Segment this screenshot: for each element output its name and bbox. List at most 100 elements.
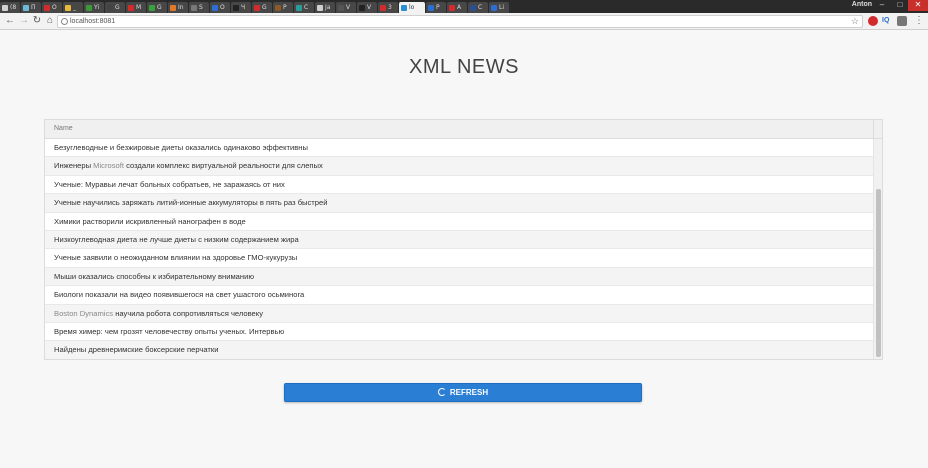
tab-favicon-icon — [86, 4, 92, 11]
table-scrollbar[interactable] — [873, 139, 882, 359]
address-bar[interactable]: localhost:8081 ☆ — [57, 15, 863, 28]
tab-favicon-icon — [401, 4, 407, 11]
browser-tab[interactable]: O — [210, 2, 230, 13]
news-headline: Биологи показали на видео появившегося н… — [54, 290, 305, 300]
pinterest-extension-icon[interactable] — [868, 16, 878, 26]
browser-toolbar: ← → ↻ ⌂ localhost:8081 ☆ IQ ⋮ — [0, 13, 928, 30]
tab-label: P — [436, 4, 440, 11]
tab-label: C — [478, 4, 483, 11]
browser-tab[interactable]: G — [147, 2, 167, 13]
tab-favicon-icon — [317, 4, 323, 11]
tab-favicon-icon — [449, 4, 455, 11]
tab-favicon-icon — [2, 4, 8, 11]
browser-menu-icon[interactable]: ⋮ — [914, 16, 924, 26]
refresh-icon — [437, 388, 446, 396]
tab-label: Ja — [325, 4, 331, 11]
news-headline-suffix: создали комплекс виртуальной реальности … — [123, 161, 323, 171]
news-headline: Найдены древнеримские боксерские перчатк… — [54, 345, 219, 355]
table-row[interactable]: Инженеры Microsoft создали комплекс вирт… — [45, 157, 875, 176]
browser-tab[interactable]: C — [468, 2, 488, 13]
maximize-icon[interactable]: □ — [892, 0, 908, 11]
reload-icon[interactable]: ↻ — [31, 15, 43, 27]
cast-extension-icon[interactable] — [897, 16, 907, 26]
browser-tab[interactable]: 3 — [378, 2, 398, 13]
news-headline-muted: Boston Dynamics — [54, 308, 114, 318]
tab-favicon-icon — [233, 4, 239, 11]
bookmark-star-icon[interactable]: ☆ — [851, 16, 859, 27]
news-headline-prefix: Инженеры — [54, 161, 94, 171]
table-body: Безуглеводные и безжировые диеты оказали… — [45, 139, 875, 359]
home-icon[interactable]: ⌂ — [44, 15, 56, 27]
table-row[interactable]: Найдены древнеримские боксерские перчатк… — [45, 341, 875, 359]
minimize-icon[interactable]: – — [874, 0, 890, 11]
tab-label: 3 — [388, 4, 392, 11]
browser-tab[interactable]: C — [294, 2, 314, 13]
browser-tab[interactable]: In — [168, 2, 188, 13]
browser-tab[interactable]: S — [189, 2, 209, 13]
browser-tab[interactable]: P — [273, 2, 293, 13]
tab-favicon-icon — [428, 4, 434, 11]
table-scrollbar-thumb[interactable] — [876, 189, 881, 357]
tab-favicon-icon — [470, 4, 476, 11]
tab-label: S — [199, 4, 203, 11]
table-row[interactable]: Низкоуглеводная диета не лучше диеты с н… — [45, 230, 875, 250]
close-icon[interactable]: ✕ — [908, 0, 928, 11]
table-row[interactable]: Ученые заявили о неожиданном влиянии на … — [45, 249, 875, 268]
browser-tab[interactable]: Li — [489, 2, 509, 13]
table-row[interactable]: Биологи показали на видео появившегося н… — [45, 286, 875, 305]
browser-tab[interactable]: V — [336, 2, 356, 13]
table-header[interactable]: Name — [45, 120, 882, 139]
browser-tab[interactable]: lo — [399, 2, 425, 13]
news-headline: Время химер: чем грозят человечеству опы… — [54, 326, 285, 336]
refresh-button[interactable]: REFRESH — [284, 383, 642, 402]
forward-icon[interactable]: → — [18, 15, 30, 27]
news-headline: Мыши оказались способны к избирательному… — [54, 271, 255, 281]
table-row[interactable]: Boston Dynamics научила робота сопротивл… — [45, 304, 875, 323]
browser-tab[interactable]: Ч — [231, 2, 251, 13]
tab-label: O — [52, 4, 57, 11]
iq-extension-icon[interactable]: IQ — [882, 16, 892, 26]
tab-label: G — [157, 4, 162, 11]
column-header-name[interactable]: Name — [54, 125, 73, 132]
tab-favicon-icon — [149, 4, 155, 11]
news-headline-muted: Microsoft — [93, 161, 124, 171]
browser-tab[interactable]: M — [126, 2, 146, 13]
tab-favicon-icon — [44, 4, 50, 11]
browser-tab[interactable]: A — [447, 2, 467, 13]
tab-strip: (8 П O _ Yi G M G In S O Ч G P C Ja V V 3 lo P A C Li — [0, 0, 928, 13]
news-headline: Низкоуглеводная диета не лучше диеты с н… — [54, 234, 299, 244]
tab-favicon-icon — [170, 4, 176, 11]
tab-favicon-icon — [380, 4, 386, 11]
table-row[interactable]: Время химер: чем грозят человечеству опы… — [45, 322, 875, 342]
browser-tab[interactable]: O — [42, 2, 62, 13]
page-title: XML NEWS — [409, 56, 519, 78]
browser-tab[interactable]: V — [357, 2, 377, 13]
tab-label: V — [367, 4, 372, 11]
tab-label: In — [178, 4, 184, 11]
browser-tab[interactable]: G — [252, 2, 272, 13]
tab-favicon-icon — [296, 4, 302, 11]
browser-tab[interactable]: P — [426, 2, 446, 13]
table-row[interactable]: Ученые научились заряжать литий-ионные а… — [45, 194, 875, 213]
browser-tab[interactable]: Yi — [84, 2, 104, 13]
tab-favicon-icon — [107, 4, 113, 11]
tab-label: (8 — [10, 4, 17, 11]
tab-label: П — [31, 4, 36, 11]
tab-label: G — [262, 4, 267, 11]
table-row[interactable]: Безуглеводные и безжировые диеты оказали… — [45, 139, 875, 158]
tab-label: P — [283, 4, 287, 11]
tab-label: Yi — [94, 4, 100, 11]
browser-tab[interactable]: (8 — [0, 2, 20, 13]
browser-tab[interactable]: G — [105, 2, 125, 13]
news-headline: Химики растворили искривленный нанографе… — [54, 216, 246, 226]
table-row[interactable]: Химики растворили искривленный нанографе… — [45, 212, 875, 231]
info-icon[interactable] — [61, 18, 68, 25]
table-row[interactable]: Ученые: Муравьи лечат больных собратьев,… — [45, 175, 875, 195]
table-row[interactable]: Мыши оказались способны к избирательному… — [45, 267, 875, 287]
browser-tab[interactable]: Ja — [315, 2, 335, 13]
back-icon[interactable]: ← — [4, 15, 16, 27]
browser-tab[interactable]: _ — [63, 2, 83, 13]
browser-tab[interactable]: П — [21, 2, 41, 13]
profile-name[interactable]: Anton — [852, 1, 872, 8]
news-headline-suffix: научила робота сопротивляться человеку — [113, 308, 263, 318]
